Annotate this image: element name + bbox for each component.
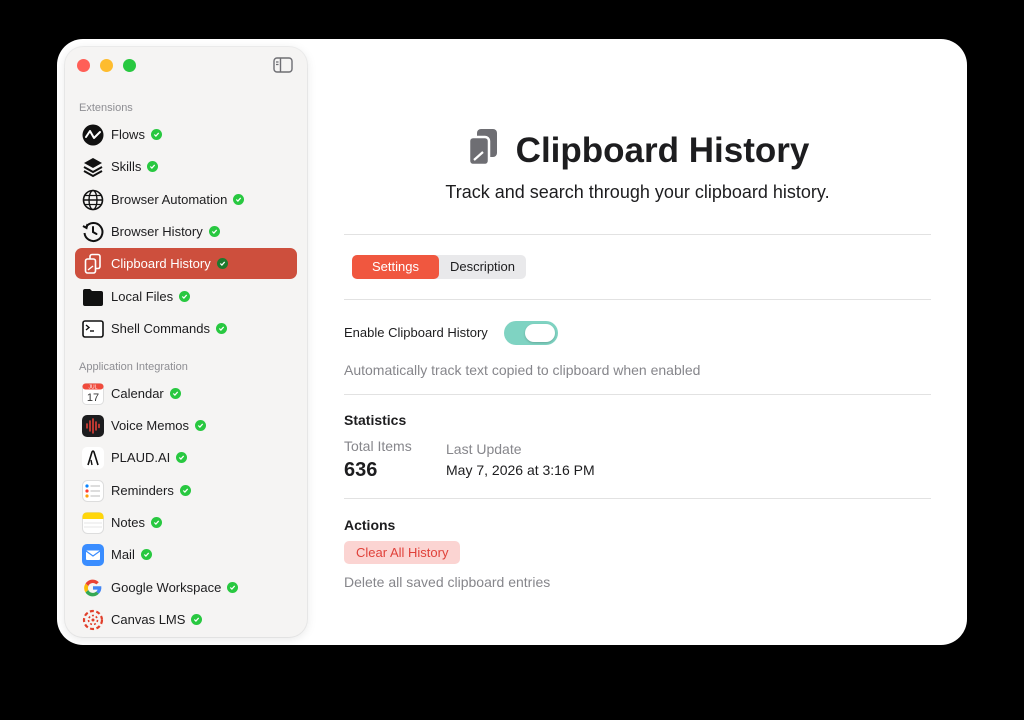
reminders-icon <box>81 479 105 503</box>
enabled-check-icon <box>147 161 159 172</box>
sidebar-item-calendar[interactable]: JUL 17 Calendar <box>75 378 297 409</box>
sidebar-toggle-icon[interactable] <box>273 57 293 73</box>
enabled-check-icon <box>179 485 191 496</box>
enabled-check-icon <box>233 194 245 205</box>
sidebar-item-plaud-ai[interactable]: PLAUD.AI <box>75 442 297 473</box>
close-window-button[interactable] <box>77 59 90 72</box>
enable-clipboard-label: Enable Clipboard History <box>344 325 488 340</box>
notes-icon <box>81 511 105 535</box>
divider <box>344 299 931 300</box>
sidebar-item-shell-commands[interactable]: Shell Commands <box>75 313 297 344</box>
clipboard-icon <box>466 127 502 174</box>
sidebar-item-local-files[interactable]: Local Files <box>75 281 297 312</box>
history-icon <box>81 220 105 244</box>
sidebar-item-label: Skills <box>111 159 142 174</box>
actions-heading: Actions <box>344 517 396 533</box>
sidebar-item-skills[interactable]: Skills <box>75 151 297 182</box>
sidebar-item-label: Flows <box>111 127 145 142</box>
calendar-day: 17 <box>87 392 99 404</box>
page-header: Clipboard History <box>344 127 931 174</box>
enabled-check-icon <box>208 226 220 237</box>
folder-icon <box>81 285 105 309</box>
enabled-check-icon <box>150 517 162 528</box>
globe-icon <box>81 188 105 212</box>
canvas-icon <box>81 608 105 632</box>
last-update-value: May 7, 2026 at 3:16 PM <box>446 462 595 478</box>
minimize-window-button[interactable] <box>100 59 113 72</box>
section-label-integration: Application Integration <box>79 361 188 373</box>
sidebar-item-browser-automation[interactable]: Browser Automation <box>75 184 297 215</box>
sidebar-item-label: Voice Memos <box>111 418 190 433</box>
sidebar-item-label: Browser History <box>111 224 203 239</box>
tab-bar: Settings Description <box>352 255 527 279</box>
tab-description[interactable]: Description <box>439 255 526 279</box>
sidebar-item-flows[interactable]: Flows <box>75 119 297 150</box>
enabled-check-icon <box>179 291 191 302</box>
sidebar-item-voice-memos[interactable]: Voice Memos <box>75 410 297 441</box>
page-title: Clipboard History <box>515 130 810 170</box>
page-subtitle: Track and search through your clipboard … <box>445 182 830 202</box>
sidebar-item-reminders[interactable]: Reminders <box>75 475 297 506</box>
flows-icon <box>81 123 105 147</box>
enabled-check-icon <box>216 323 227 334</box>
sidebar-item-mail[interactable]: Mail <box>75 539 297 570</box>
section-label-extensions: Extensions <box>79 102 133 114</box>
sidebar-item-browser-history[interactable]: Browser History <box>75 216 297 247</box>
clear-all-history-button[interactable]: Clear All History <box>344 541 461 564</box>
divider <box>344 394 931 395</box>
sidebar-item-notes[interactable]: Notes <box>75 507 297 538</box>
tab-settings[interactable]: Settings <box>352 255 439 279</box>
main-content: Clipboard History Track and search throu… <box>344 39 944 645</box>
sidebar-item-canvas-lms[interactable]: Canvas LMS <box>75 604 297 635</box>
enable-clipboard-toggle[interactable] <box>504 321 558 345</box>
enabled-check-icon <box>227 582 239 593</box>
calendar-icon: JUL 17 <box>81 382 105 406</box>
enabled-check-icon <box>140 549 152 560</box>
total-items-label: Total Items <box>344 438 412 454</box>
app-window: Extensions Flows Skills Browser Automati… <box>57 39 967 645</box>
enabled-check-icon <box>191 614 203 625</box>
sidebar-item-label: Canvas LMS <box>111 612 186 627</box>
enabled-check-icon <box>216 258 228 269</box>
toggle-knob <box>525 324 555 342</box>
clipboard-icon <box>81 252 105 276</box>
sidebar-item-label: Reminders <box>111 483 174 498</box>
enabled-check-icon <box>176 452 188 463</box>
sidebar-item-google-workspace[interactable]: Google Workspace <box>75 572 297 603</box>
voice-memos-icon <box>81 414 105 438</box>
sidebar-item-label: Mail <box>111 547 135 562</box>
last-update-label: Last Update <box>446 441 522 457</box>
plaud-icon <box>81 446 105 470</box>
statistics-heading: Statistics <box>344 412 407 428</box>
clear-help-text: Delete all saved clipboard entries <box>344 574 551 590</box>
mail-icon <box>81 543 105 567</box>
enabled-check-icon <box>195 420 207 431</box>
sidebar: Extensions Flows Skills Browser Automati… <box>65 47 307 637</box>
sidebar-item-label: Google Workspace <box>111 580 222 595</box>
enabled-check-icon <box>169 388 181 399</box>
terminal-icon <box>81 317 105 341</box>
sidebar-item-label: Shell Commands <box>111 321 210 336</box>
calendar-month: JUL <box>89 384 98 390</box>
sidebar-item-label: Clipboard History <box>111 256 211 271</box>
divider <box>344 498 931 499</box>
sidebar-item-clipboard-history[interactable]: Clipboard History <box>75 248 297 279</box>
sidebar-item-label: PLAUD.AI <box>111 450 171 465</box>
sidebar-item-label: Calendar <box>111 386 164 401</box>
total-items-value: 636 <box>344 459 378 481</box>
skills-icon <box>81 155 105 179</box>
sidebar-item-label: Local Files <box>111 289 174 304</box>
divider <box>344 234 931 235</box>
sidebar-item-label: Browser Automation <box>111 192 228 207</box>
enabled-check-icon <box>150 129 162 140</box>
google-icon <box>81 576 105 600</box>
sidebar-item-label: Notes <box>111 515 145 530</box>
enable-help-text: Automatically track text copied to clipb… <box>344 362 701 378</box>
zoom-window-button[interactable] <box>123 59 136 72</box>
